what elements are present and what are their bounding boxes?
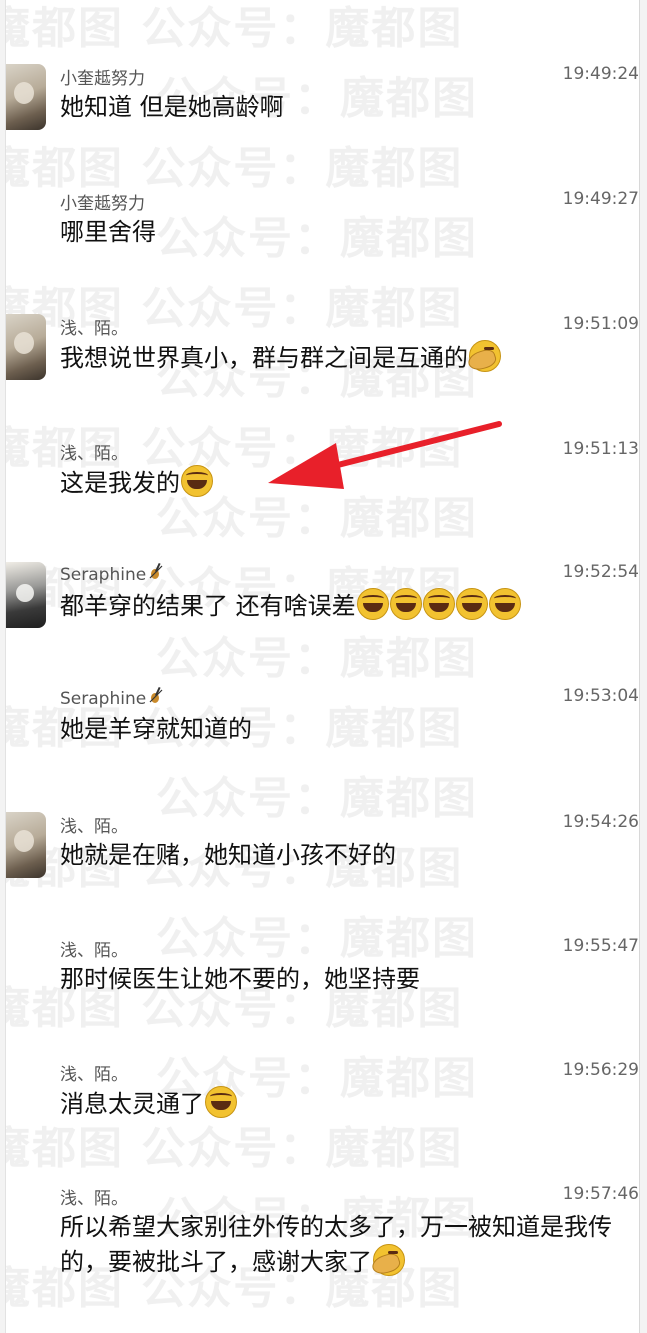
chat-screenshot: 魔都图 公众号：魔都图 公众号：魔都图 魔都图 公众号：魔都图 公众号：魔都图 魔都图 …	[5, 0, 640, 1333]
red-arrow-icon	[268, 421, 502, 489]
